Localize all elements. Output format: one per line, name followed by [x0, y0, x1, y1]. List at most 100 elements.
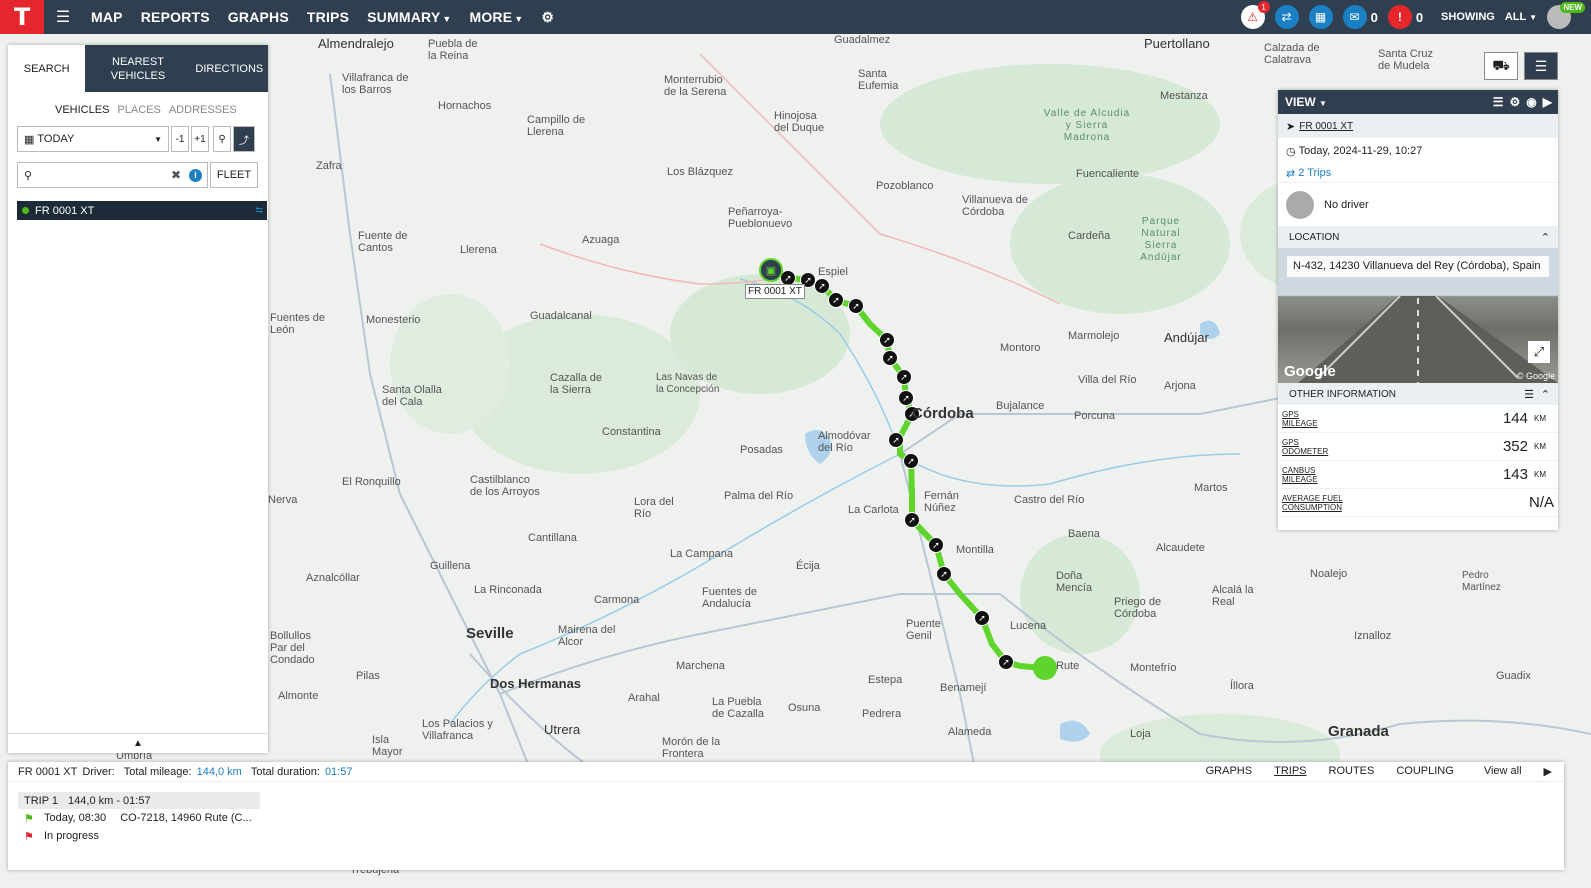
tab-search[interactable]: SEARCH: [8, 45, 86, 92]
dispatch-icon[interactable]: ⇄: [1274, 5, 1299, 29]
route-direction-arrow-icon[interactable]: ➚: [888, 432, 904, 448]
link-icon[interactable]: ⇆: [255, 205, 263, 216]
route-direction-arrow-icon[interactable]: ➚: [974, 610, 990, 626]
info-label-line1: GPS: [1282, 437, 1299, 447]
vehicle-search-input[interactable]: ⚲ ✖ i: [17, 162, 208, 188]
trip-end-marker[interactable]: [1033, 656, 1057, 680]
layers-menu-icon[interactable]: ☰: [1524, 52, 1558, 80]
map-label: Peñarroya-Pueblonuevo: [728, 206, 793, 230]
info-value: 143: [1502, 466, 1528, 483]
vehicle-layer-icon[interactable]: ⛟: [1484, 52, 1518, 80]
previous-day-button[interactable]: -1: [171, 126, 189, 152]
map-label: Doña Mencía: [1056, 570, 1093, 594]
route-direction-arrow-icon[interactable]: ➚: [898, 390, 914, 406]
route-direction-arrow-icon[interactable]: ➚: [903, 453, 919, 469]
route-direction-arrow-icon[interactable]: ➚: [904, 512, 920, 528]
tab-coupling[interactable]: COUPLING: [1396, 765, 1453, 778]
route-direction-arrow-icon[interactable]: ➚: [928, 537, 944, 553]
route-direction-arrow-icon[interactable]: ➚: [879, 332, 895, 348]
warning-icon[interactable]: !: [1387, 5, 1412, 29]
tab-nearest-vehicles[interactable]: NEAREST VEHICLES: [85, 45, 190, 92]
tab-directions[interactable]: DIRECTIONS: [191, 45, 268, 92]
pin-icon[interactable]: ⚲: [213, 126, 231, 152]
nav-graphs[interactable]: GRAPHS: [219, 9, 298, 25]
tab-routes[interactable]: ROUTES: [1329, 765, 1375, 778]
calendar-icon[interactable]: ▦: [1308, 5, 1333, 29]
clear-icon[interactable]: ✖: [171, 168, 181, 182]
info-label[interactable]: GPS ODOMETER: [1282, 438, 1352, 456]
play-icon[interactable]: ▶: [1543, 95, 1552, 109]
nav-summary[interactable]: SUMMARY ▼: [358, 9, 460, 25]
vehicle-map-tag[interactable]: FR 0001 XT: [745, 284, 805, 299]
map-label: Montefrío: [1130, 662, 1177, 674]
map-label: Morón de la Frontera: [662, 736, 721, 760]
tab-graphs[interactable]: GRAPHS: [1206, 765, 1252, 778]
clock-icon: ◷: [1286, 145, 1296, 158]
route-direction-arrow-icon[interactable]: ➚: [936, 566, 952, 582]
driver-avatar: [1286, 190, 1314, 219]
info-icon[interactable]: i: [189, 168, 202, 182]
vehicle-link[interactable]: FR 0001 XT: [1299, 121, 1353, 132]
subtab-places[interactable]: PLACES: [117, 104, 160, 116]
vehicle-info-panel: VIEW ▼ ☰ ⚙ ◉ ▶ ➤ FR 0001 XT ◷ Today, 202…: [1278, 90, 1558, 530]
info-row-fuel-consumption: AVERAGE FUEL CONSUMPTION N/A: [1278, 489, 1558, 517]
route-direction-arrow-icon[interactable]: ➚: [882, 350, 898, 366]
user-avatar[interactable]: NEW: [1547, 2, 1585, 29]
map-label: Fuentes de Andalucía: [702, 586, 758, 610]
map-label: Los Blázquez: [667, 166, 734, 178]
view-dropdown[interactable]: VIEW ▼: [1285, 95, 1327, 109]
route-direction-arrow-icon[interactable]: ➚: [848, 298, 864, 314]
date-dropdown[interactable]: ▦ TODAY ▼: [17, 126, 169, 152]
nav-map[interactable]: MAP: [82, 9, 132, 25]
alerts-icon[interactable]: ⚠ 1: [1240, 1, 1270, 29]
map-label: Marmolejo: [1068, 330, 1120, 342]
map-label: Carmona: [594, 594, 640, 606]
vehicle-list-item[interactable]: FR 0001 XT ⇆: [17, 201, 267, 220]
route-direction-arrow-icon[interactable]: ➚: [896, 369, 912, 385]
map-label: Castilblanco de los Arroyos: [470, 474, 540, 498]
map-label: Écija: [796, 560, 820, 572]
next-day-button[interactable]: +1: [191, 126, 209, 152]
route-direction-arrow-icon[interactable]: ➚: [814, 278, 830, 294]
info-label[interactable]: GPS MILEAGE: [1282, 410, 1352, 428]
map-label: La Carlota: [848, 504, 899, 516]
location-section-header[interactable]: LOCATION ⌃: [1278, 226, 1558, 248]
vehicle-truck-icon[interactable]: ▣: [759, 258, 783, 282]
target-icon[interactable]: ◉: [1526, 95, 1536, 109]
map-label: Las Navas de la Concepción: [656, 372, 720, 395]
info-label[interactable]: AVERAGE FUEL CONSUMPTION: [1282, 494, 1372, 512]
hamburger-menu-icon[interactable]: ☰: [44, 7, 82, 27]
nav-reports[interactable]: REPORTS: [132, 9, 219, 25]
play-icon[interactable]: ▶: [1544, 765, 1552, 778]
google-copyright: © Google: [1516, 371, 1555, 381]
trips-link[interactable]: 2 Trips: [1298, 167, 1331, 179]
nav-more[interactable]: MORE ▼: [460, 9, 532, 25]
subtab-addresses[interactable]: ADDRESSES: [169, 104, 237, 116]
map-label: Estepa: [868, 674, 903, 686]
other-info-section-header[interactable]: OTHER INFORMATION ☰ ⌃: [1278, 383, 1558, 405]
subtab-vehicles[interactable]: VEHICLES: [55, 104, 109, 116]
map-label: Alcalá la Real: [1212, 584, 1254, 608]
new-badge: NEW: [1560, 2, 1585, 13]
tab-trips[interactable]: TRIPS: [1274, 765, 1306, 778]
street-view-image[interactable]: N-432, 14230 Villanueva del Rey (Córdoba…: [1278, 248, 1558, 383]
route-direction-arrow-icon[interactable]: ➚: [828, 292, 844, 308]
list-icon[interactable]: ☰: [1493, 95, 1504, 109]
fleet-button[interactable]: FLEET: [210, 162, 258, 188]
trip-card[interactable]: TRIP 1 144,0 km - 01:57 ⚑ Today, 08:30 C…: [18, 792, 260, 845]
collapse-bar[interactable]: ▲: [8, 733, 268, 753]
nav-trips[interactable]: TRIPS: [298, 9, 358, 25]
settings-gear-icon[interactable]: ⚙: [532, 9, 563, 26]
info-label[interactable]: CANBUS MILEAGE: [1282, 466, 1352, 484]
list-icon[interactable]: ☰: [1524, 388, 1534, 401]
route-direction-arrow-icon[interactable]: ➚: [998, 654, 1014, 670]
view-all-link[interactable]: View all: [1484, 765, 1522, 778]
gear-icon[interactable]: ⚙: [1510, 95, 1521, 109]
messages-icon[interactable]: ✉: [1342, 5, 1367, 29]
app-logo[interactable]: T: [0, 0, 44, 34]
expand-icon[interactable]: ⤢: [1528, 341, 1550, 363]
info-unit: KM: [1534, 442, 1546, 451]
route-icon[interactable]: ⤴: [233, 126, 255, 152]
showing-filter[interactable]: ALL ▼: [1505, 11, 1537, 23]
map-label: Mairena del Alcor: [558, 624, 616, 648]
